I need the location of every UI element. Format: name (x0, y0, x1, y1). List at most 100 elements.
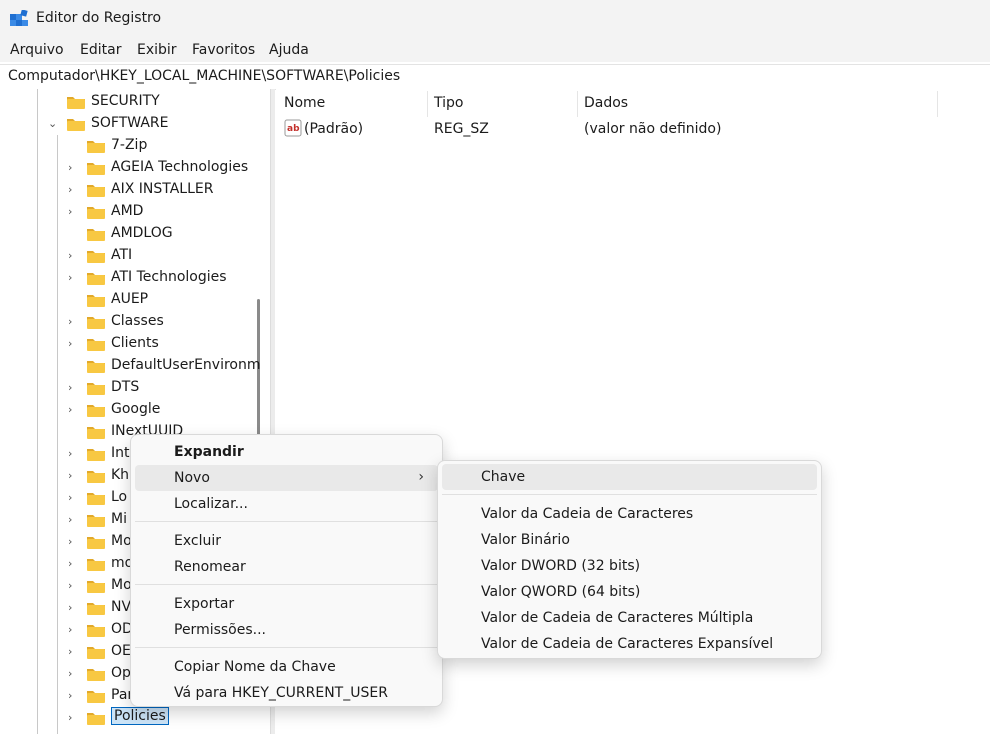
menu-arquivo[interactable]: Arquivo (10, 42, 64, 58)
tree-item-label: DTS (111, 379, 140, 395)
tree-item-label: ATI Technologies (111, 269, 227, 285)
menu-item-novo[interactable]: Novo › (135, 465, 438, 491)
menu-editar[interactable]: Editar (80, 42, 121, 58)
column-divider[interactable] (577, 91, 578, 117)
tree-item-label: Clients (111, 335, 159, 351)
tree-item[interactable]: ⌄ SOFTWARE (48, 113, 268, 135)
submenu-item-string[interactable]: Valor da Cadeia de Caracteres (442, 501, 817, 527)
folder-icon (87, 625, 105, 637)
tree-item-label: Classes (111, 313, 164, 329)
folder-icon (87, 647, 105, 659)
column-header-tipo[interactable]: Tipo (434, 95, 463, 111)
tree-item-label: Google (111, 401, 161, 417)
folder-icon (87, 427, 105, 439)
chevron-right-icon[interactable]: › (68, 250, 78, 262)
window-title: Editor do Registro (36, 10, 162, 26)
menu-ajuda[interactable]: Ajuda (269, 42, 309, 58)
column-header-nome[interactable]: Nome (284, 95, 325, 111)
tree-item[interactable]: › Clients (68, 333, 270, 355)
value-type: REG_SZ (434, 121, 489, 137)
chevron-right-icon[interactable]: › (68, 382, 78, 394)
chevron-right-icon[interactable]: › (68, 646, 78, 658)
tree-item[interactable]: SECURITY (48, 91, 268, 113)
chevron-right-icon[interactable]: › (68, 624, 78, 636)
tree-item[interactable]: › DTS (68, 377, 270, 399)
tree-item-label: SOFTWARE (91, 115, 169, 131)
submenu-novo: Chave Valor da Cadeia de Caracteres Valo… (437, 460, 822, 659)
submenu-item-qword[interactable]: Valor QWORD (64 bits) (442, 579, 817, 605)
tree-guide-line (57, 135, 58, 734)
address-path[interactable]: Computador\HKEY_LOCAL_MACHINE\SOFTWARE\P… (8, 68, 400, 84)
folder-icon (87, 493, 105, 505)
menu-item-permissoes[interactable]: Permissões... (135, 617, 438, 643)
submenu-item-multi-string[interactable]: Valor de Cadeia de Caracteres Múltipla (442, 605, 817, 631)
tree-item[interactable]: › ATI (68, 245, 270, 267)
chevron-right-icon[interactable]: › (68, 558, 78, 570)
tree-item-label: AMDLOG (111, 225, 173, 241)
chevron-right-icon[interactable]: › (68, 536, 78, 548)
submenu-item-binary[interactable]: Valor Binário (442, 527, 817, 553)
menu-item-localizar[interactable]: Localizar... (135, 491, 438, 517)
ab-string-icon: ab (284, 119, 302, 137)
folder-icon (87, 713, 105, 725)
folder-icon (87, 691, 105, 703)
folder-icon (87, 273, 105, 285)
submenu-item-chave[interactable]: Chave (442, 464, 817, 490)
folder-icon (87, 669, 105, 681)
chevron-right-icon[interactable]: › (68, 690, 78, 702)
menu-favoritos[interactable]: Favoritos (192, 42, 255, 58)
chevron-right-icon[interactable]: › (68, 184, 78, 196)
folder-icon (87, 229, 105, 241)
tree-item[interactable]: › AIX INSTALLER (68, 179, 270, 201)
menu-separator (135, 647, 438, 648)
chevron-right-icon[interactable]: › (68, 514, 78, 526)
submenu-item-dword[interactable]: Valor DWORD (32 bits) (442, 553, 817, 579)
tree-item[interactable]: › Policies (68, 707, 270, 729)
tree-item-label: Kh (111, 467, 130, 483)
tree-item-label: Policies (111, 707, 169, 725)
column-divider[interactable] (427, 91, 428, 117)
tree-item[interactable]: AUEP (68, 289, 270, 311)
tree-item[interactable]: 7-Zip (68, 135, 270, 157)
value-data: (valor não definido) (584, 121, 722, 137)
tree-item[interactable]: › AMD (68, 201, 270, 223)
column-header-dados[interactable]: Dados (584, 95, 628, 111)
folder-icon (87, 207, 105, 219)
chevron-right-icon[interactable]: › (68, 470, 78, 482)
tree-item[interactable]: › Classes (68, 311, 270, 333)
tree-item-label: AMD (111, 203, 144, 219)
chevron-right-icon[interactable]: › (68, 492, 78, 504)
chevron-right-icon[interactable]: › (68, 206, 78, 218)
menu-separator (135, 584, 438, 585)
tree-item-label: Int (111, 445, 130, 461)
menu-item-renomear[interactable]: Renomear (135, 554, 438, 580)
column-divider[interactable] (937, 91, 938, 117)
menu-item-expandir[interactable]: Expandir (135, 439, 438, 465)
submenu-item-expandable-string[interactable]: Valor de Cadeia de Caracteres Expansível (442, 631, 817, 657)
svg-text:ab: ab (287, 124, 300, 134)
menu-item-copiar-nome[interactable]: Copiar Nome da Chave (135, 654, 438, 680)
chevron-right-icon[interactable]: › (68, 448, 78, 460)
tree-item[interactable]: › Google (68, 399, 270, 421)
registry-editor-icon (10, 10, 28, 26)
chevron-right-icon[interactable]: › (68, 316, 78, 328)
address-bar[interactable]: Computador\HKEY_LOCAL_MACHINE\SOFTWARE\P… (0, 64, 990, 90)
chevron-right-icon[interactable]: › (68, 712, 78, 724)
menu-item-excluir[interactable]: Excluir (135, 528, 438, 554)
folder-icon (87, 581, 105, 593)
chevron-right-icon[interactable]: › (68, 668, 78, 680)
menu-item-ir-para-hkcu[interactable]: Vá para HKEY_CURRENT_USER (135, 680, 438, 706)
menu-item-exportar[interactable]: Exportar (135, 591, 438, 617)
tree-item[interactable]: › AGEIA Technologies (68, 157, 270, 179)
tree-item[interactable]: AMDLOG (68, 223, 270, 245)
chevron-right-icon[interactable]: › (68, 338, 78, 350)
chevron-down-icon[interactable]: ⌄ (48, 118, 58, 130)
tree-item[interactable]: › ATI Technologies (68, 267, 270, 289)
chevron-right-icon[interactable]: › (68, 272, 78, 284)
chevron-right-icon[interactable]: › (68, 602, 78, 614)
chevron-right-icon[interactable]: › (68, 404, 78, 416)
chevron-right-icon[interactable]: › (68, 162, 78, 174)
menu-exibir[interactable]: Exibir (137, 42, 177, 58)
chevron-right-icon[interactable]: › (68, 580, 78, 592)
tree-item[interactable]: DefaultUserEnvironm (68, 355, 270, 377)
